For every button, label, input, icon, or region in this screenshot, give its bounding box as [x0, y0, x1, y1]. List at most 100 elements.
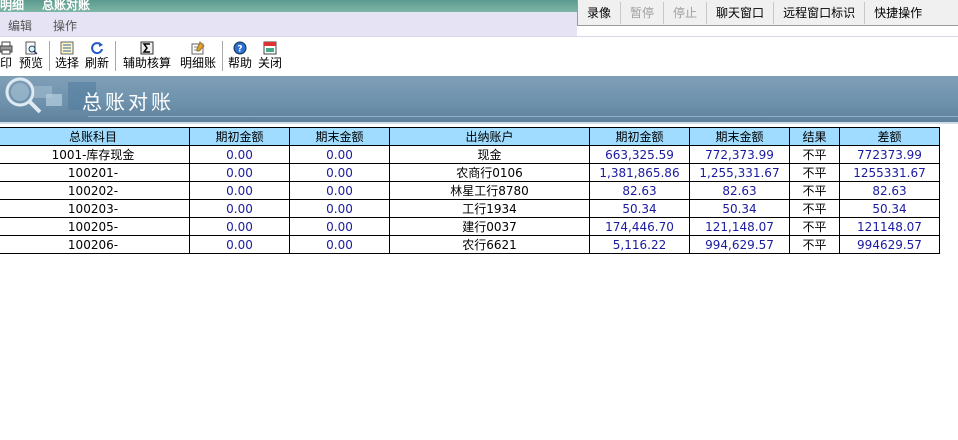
svg-text:?: ? — [237, 45, 242, 55]
cell-difference: 1255331.67 — [839, 163, 940, 182]
cell-cashier-account: 农商行0106 — [389, 163, 590, 182]
window-title: 明细 — [0, 0, 25, 12]
cell-gl-closing: 0.00 — [289, 145, 390, 164]
select-icon — [60, 41, 74, 55]
sigma-icon — [140, 41, 154, 55]
table-row[interactable]: 100205- 0.00 0.00 建行0037 174,446.70 121,… — [0, 217, 940, 236]
quick-action-button[interactable]: 快捷操作 — [865, 2, 931, 24]
table-row[interactable]: 1001-库存现金 0.00 0.00 现金 663,325.59 772,37… — [0, 145, 940, 164]
reconciliation-table: 总账科目 期初金额 期末金额 出纳账户 期初金额 期末金额 结果 差额 1001… — [0, 127, 940, 254]
column-header-cash-opening[interactable]: 期初金额 — [589, 127, 690, 146]
cell-cash-opening: 174,446.70 — [589, 217, 690, 236]
cell-result: 不平 — [789, 235, 840, 254]
cell-difference: 994629.57 — [839, 235, 940, 254]
refresh-icon — [91, 42, 103, 55]
cell-gl-closing: 0.00 — [289, 235, 390, 254]
cell-gl-opening: 0.00 — [189, 217, 290, 236]
cell-cash-closing: 1,255,331.67 — [689, 163, 790, 182]
column-header-cash-closing[interactable]: 期末金额 — [689, 127, 790, 146]
column-header-gl-closing[interactable]: 期末金额 — [289, 127, 390, 146]
toolbar-separator — [222, 41, 223, 71]
cell-gl-closing: 0.00 — [289, 217, 390, 236]
cell-result: 不平 — [789, 181, 840, 200]
cell-gl-opening: 0.00 — [189, 199, 290, 218]
record-button[interactable]: 录像 — [578, 1, 622, 24]
cell-ledger-account: 100201- — [0, 163, 190, 182]
close-icon — [263, 41, 277, 55]
select-button[interactable]: 选择 — [54, 38, 80, 74]
table-header-row: 总账科目 期初金额 期末金额 出纳账户 期初金额 期末金额 结果 差额 — [0, 127, 940, 146]
cell-cashier-account: 建行0037 — [389, 217, 590, 236]
cell-ledger-account: 100205- — [0, 217, 190, 236]
help-button[interactable]: ? 帮助 — [227, 38, 253, 74]
close-button[interactable]: 关闭 — [257, 38, 283, 74]
cell-ledger-account: 1001-库存现金 — [0, 145, 190, 164]
menu-edit[interactable]: 编辑 — [8, 17, 32, 34]
column-header-gl-opening[interactable]: 期初金额 — [189, 127, 290, 146]
menu-bar: 编辑 操作 — [0, 12, 577, 36]
auxiliary-accounting-button[interactable]: 辅助核算 — [121, 38, 173, 74]
stop-button[interactable]: 停止 — [664, 1, 708, 24]
menu-divider — [0, 36, 958, 37]
cell-ledger-account: 100202- — [0, 181, 190, 200]
column-header-cashier-account[interactable]: 出纳账户 — [389, 127, 590, 146]
recorder-toolbar: 录像 暂停 停止 聊天窗口 远程窗口标识 快捷操作 — [577, 0, 958, 26]
cell-ledger-account: 100206- — [0, 235, 190, 254]
print-button[interactable]: 印 — [0, 38, 14, 74]
help-icon: ? — [233, 41, 247, 55]
preview-icon — [25, 41, 38, 55]
chat-window-button[interactable]: 聊天窗口 — [707, 1, 775, 24]
window-title-tab[interactable]: 总账对账 — [42, 0, 90, 12]
toolbar: 印 预览 选择 刷新 辅助核算 明细账 ? 帮助 关闭 — [0, 38, 958, 76]
cell-result: 不平 — [789, 217, 840, 236]
cell-cashier-account: 林星工行8780 — [389, 181, 590, 200]
ledger-icon — [191, 41, 205, 55]
refresh-button[interactable]: 刷新 — [84, 38, 110, 74]
toolbar-separator — [49, 41, 50, 71]
column-header-difference[interactable]: 差额 — [839, 127, 940, 146]
cell-gl-opening: 0.00 — [189, 181, 290, 200]
remote-window-label-button[interactable]: 远程窗口标识 — [774, 1, 866, 24]
preview-button[interactable]: 预览 — [18, 38, 44, 74]
column-header-result[interactable]: 结果 — [789, 127, 840, 146]
cell-cash-closing: 121,148.07 — [689, 217, 790, 236]
cell-cashier-account: 工行1934 — [389, 199, 590, 218]
cell-gl-opening: 0.00 — [189, 163, 290, 182]
cell-gl-opening: 0.00 — [189, 235, 290, 254]
print-icon — [0, 41, 13, 55]
cell-ledger-account: 100203- — [0, 199, 190, 218]
cell-gl-closing: 0.00 — [289, 181, 390, 200]
cell-difference: 82.63 — [839, 181, 940, 200]
menu-operation[interactable]: 操作 — [53, 17, 77, 34]
table-row[interactable]: 100201- 0.00 0.00 农商行0106 1,381,865.86 1… — [0, 163, 940, 182]
cell-cash-opening: 663,325.59 — [589, 145, 690, 164]
cell-difference: 50.34 — [839, 199, 940, 218]
banner-rule — [88, 116, 958, 117]
cell-gl-closing: 0.00 — [289, 199, 390, 218]
table-row[interactable]: 100203- 0.00 0.00 工行1934 50.34 50.34 不平 … — [0, 199, 940, 218]
cell-gl-opening: 0.00 — [189, 145, 290, 164]
cell-difference: 772373.99 — [839, 145, 940, 164]
page-title: 总账对账 — [82, 90, 174, 114]
cell-cash-closing: 994,629.57 — [689, 235, 790, 254]
module-banner: 总账对账 — [0, 76, 958, 124]
cell-cash-opening: 1,381,865.86 — [589, 163, 690, 182]
cell-cash-opening: 82.63 — [589, 181, 690, 200]
cell-result: 不平 — [789, 199, 840, 218]
table-row[interactable]: 100202- 0.00 0.00 林星工行8780 82.63 82.63 不… — [0, 181, 940, 200]
cell-result: 不平 — [789, 145, 840, 164]
detail-ledger-button[interactable]: 明细账 — [178, 38, 218, 74]
toolbar-separator — [115, 41, 116, 71]
cell-cashier-account: 农行6621 — [389, 235, 590, 254]
pause-button[interactable]: 暂停 — [621, 1, 665, 24]
column-header-ledger-account[interactable]: 总账科目 — [0, 127, 190, 146]
cell-cash-opening: 50.34 — [589, 199, 690, 218]
cell-difference: 121148.07 — [839, 217, 940, 236]
cell-cash-closing: 82.63 — [689, 181, 790, 200]
table-row[interactable]: 100206- 0.00 0.00 农行6621 5,116.22 994,62… — [0, 235, 940, 254]
cell-result: 不平 — [789, 163, 840, 182]
cell-cash-closing: 50.34 — [689, 199, 790, 218]
cell-cash-closing: 772,373.99 — [689, 145, 790, 164]
cell-cash-opening: 5,116.22 — [589, 235, 690, 254]
cell-gl-closing: 0.00 — [289, 163, 390, 182]
